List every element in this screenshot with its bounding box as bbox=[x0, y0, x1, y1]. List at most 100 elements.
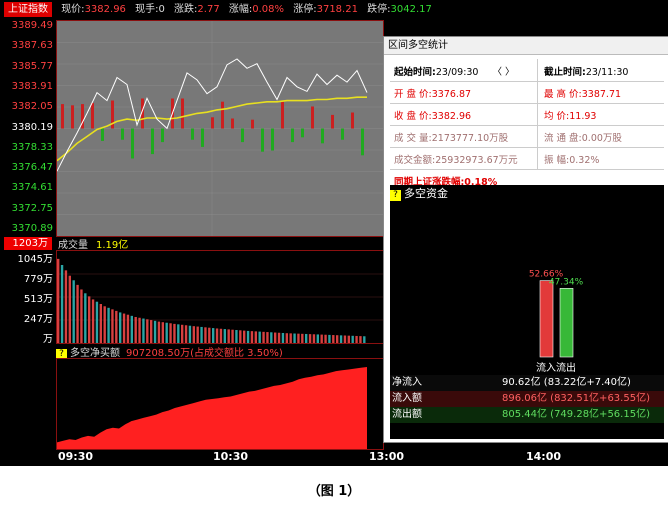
price-tick: 3385.77 bbox=[11, 60, 53, 72]
volume-bar bbox=[138, 317, 141, 343]
open-label: 开 盘 价: bbox=[394, 89, 432, 100]
end-label: 截止时间: bbox=[544, 67, 586, 78]
end-time: 截止时间:23/11:30 bbox=[544, 64, 628, 78]
volume-bar bbox=[293, 333, 296, 343]
price-tick: 3389.49 bbox=[11, 20, 53, 31]
range-stats-window[interactable]: 区间多空统计 起始时间:23/09:30 〈 〉 截止时间:23/11:30 开 … bbox=[383, 36, 668, 443]
volume-bar bbox=[64, 270, 68, 343]
volume-bar bbox=[266, 332, 269, 343]
net-in-label: 净流入 bbox=[392, 377, 422, 388]
volume-bar bbox=[200, 326, 203, 343]
volume-bar bbox=[177, 324, 180, 343]
prev-next-arrows[interactable]: 〈 〉 bbox=[492, 67, 514, 78]
volume-bar bbox=[274, 332, 277, 343]
volume-stat: 成 交 量:2173777.10万股 bbox=[394, 130, 508, 144]
volume-bar bbox=[111, 309, 114, 343]
volume-bar bbox=[243, 330, 246, 343]
flow-bar bbox=[301, 128, 304, 138]
volume-bar bbox=[169, 323, 172, 343]
duokong-area bbox=[57, 367, 367, 449]
out-value: 805.44亿 (749.28亿+56.15亿) bbox=[502, 409, 650, 420]
volume-bar bbox=[122, 313, 126, 343]
float-label: 流 通 盘: bbox=[544, 133, 582, 144]
price-tick: 3380.19 bbox=[11, 121, 53, 133]
time-tick: 14:00 bbox=[526, 450, 562, 463]
window-title[interactable]: 区间多空统计 bbox=[384, 37, 668, 55]
volume-bar bbox=[188, 325, 192, 343]
open-price: 开 盘 价:3376.87 bbox=[394, 86, 471, 100]
float-value: 0.00万股 bbox=[581, 133, 622, 144]
flow-bar bbox=[161, 128, 164, 143]
change-value: 2.77 bbox=[197, 4, 220, 15]
price-tick: 3372.75 bbox=[11, 202, 53, 214]
close-price: 收 盘 价:3382.96 bbox=[394, 108, 471, 122]
volume-bar bbox=[146, 319, 149, 343]
duokong-chart[interactable] bbox=[57, 359, 383, 449]
figure-caption: （图 1） bbox=[307, 484, 361, 499]
time-tick: 10:30 bbox=[213, 450, 249, 463]
flow-bar bbox=[211, 117, 214, 129]
volume-bar bbox=[254, 331, 257, 343]
flow-bar bbox=[191, 128, 194, 140]
volume-bar bbox=[231, 329, 234, 343]
avg-price: 均 价:11.93 bbox=[544, 108, 596, 122]
volume-tick: 247万 bbox=[23, 314, 53, 325]
volume-bar bbox=[227, 329, 230, 343]
volume-bar bbox=[130, 315, 133, 343]
out-label: 流出额 bbox=[392, 409, 422, 420]
stats-row: 成 交 量:2173777.10万股 流 通 盘:0.00万股 bbox=[390, 125, 664, 148]
limit-down-value: 3042.17 bbox=[390, 4, 432, 15]
volume-bar bbox=[270, 332, 273, 343]
volume-bar bbox=[212, 328, 215, 343]
volume-tick: 1045万 bbox=[17, 254, 53, 265]
volume-bar bbox=[107, 307, 110, 343]
volume-bar bbox=[150, 320, 153, 343]
money-flow-label: 流出 bbox=[556, 361, 576, 374]
volume-chart[interactable] bbox=[57, 251, 383, 343]
volume-bar bbox=[277, 332, 281, 343]
price-chart[interactable] bbox=[56, 21, 383, 236]
money-flow-pct: 47.34% bbox=[549, 277, 584, 287]
change-label: 涨跌: bbox=[174, 4, 198, 15]
volume-bar bbox=[343, 335, 347, 343]
volume-bar bbox=[84, 293, 87, 343]
money-flow-bar bbox=[559, 288, 574, 358]
volume-badge: 1203万 bbox=[4, 237, 52, 250]
hand-value: 0 bbox=[158, 4, 165, 15]
volume-bar bbox=[157, 321, 161, 343]
index-title[interactable]: 上证指数 bbox=[4, 2, 52, 17]
flow-bar bbox=[361, 128, 364, 156]
volume-bar bbox=[305, 333, 308, 343]
trading-screen: 上证指数 现价:3382.96 现手:0 涨跌:2.77 涨幅:0.08% 涨停… bbox=[0, 0, 668, 466]
volume-bar bbox=[57, 258, 60, 343]
volume-bar bbox=[285, 333, 288, 343]
flow-bar bbox=[321, 128, 324, 144]
amp-label: 振 幅: bbox=[544, 155, 570, 166]
price-chart-panel[interactable] bbox=[56, 20, 384, 237]
flow-bar bbox=[231, 118, 234, 129]
flow-bar bbox=[101, 128, 104, 141]
volume-tick: 513万 bbox=[23, 294, 53, 305]
close-value: 3382.96 bbox=[431, 111, 472, 122]
volume-bar bbox=[324, 334, 327, 343]
avg-value: 11.93 bbox=[569, 111, 597, 122]
volume-bar bbox=[142, 318, 145, 343]
volume-bar bbox=[208, 327, 211, 343]
high-label: 最 高 价: bbox=[544, 89, 582, 100]
limit-down-label: 跌停: bbox=[367, 4, 391, 15]
volume-bar bbox=[76, 284, 79, 343]
stats-row: 开 盘 价:3376.87 最 高 价:3387.71 bbox=[390, 81, 664, 104]
flow-bar bbox=[271, 128, 274, 151]
volume-panel[interactable] bbox=[56, 250, 384, 344]
price-tick: 3374.61 bbox=[11, 182, 53, 194]
price-tick: 3370.89 bbox=[11, 223, 53, 234]
money-flow-chart: 52.66%流入47.34%流出 bbox=[529, 270, 584, 374]
volume-bar bbox=[126, 314, 130, 343]
volume-bar bbox=[297, 333, 300, 343]
duokong-panel[interactable] bbox=[56, 358, 384, 450]
volume-bar bbox=[153, 320, 157, 343]
flow-bar bbox=[281, 101, 284, 129]
flow-bar bbox=[291, 128, 294, 143]
volume-bar bbox=[196, 326, 199, 343]
volume-bar bbox=[328, 334, 331, 343]
